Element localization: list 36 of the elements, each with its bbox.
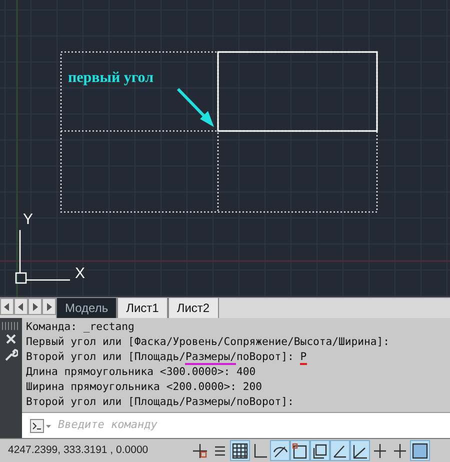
layout-tab[interactable]: Лист1 [117,298,168,319]
nav-prev-button[interactable] [14,298,28,315]
nav-next-button[interactable] [28,298,42,315]
wrench-icon[interactable] [4,348,18,362]
command-input-field[interactable]: Введите команду [56,416,442,435]
close-icon[interactable] [6,334,16,344]
status-toggle-button[interactable] [350,440,370,461]
command-history-line: Длина прямоугольника <300.0000>: 400 [26,365,257,380]
canvas-label: первый угол [68,70,154,86]
command-prompt-icon[interactable] [30,418,52,432]
grid-icon [231,442,249,460]
status-toggle-button[interactable] [290,440,310,461]
object-snap-icon [291,442,309,460]
command-history-line: Ширина прямоугольника <200.0000>: 200 [26,380,263,395]
layout-tab[interactable]: Лист2 [168,298,219,319]
snap-icon [191,442,209,460]
coordinates-readout: 4247.2399, 333.3191 , 0.0000 [7,442,150,458]
ucs-axes [15,230,70,284]
command-history-line: Второй угол или [Площадь/Размеры/поВорот]: [26,395,295,410]
command-history-line: Второй угол или [Площадь/Размеры/поВорот]: Р [26,350,308,365]
nav-first-button[interactable] [0,298,14,315]
3d-snap-icon [311,442,329,460]
y-axis-label: Y [23,211,34,228]
status-toggle-button[interactable] [410,440,430,461]
status-toggle-button[interactable] [230,440,250,461]
command-history-line: Команда: _rectang [26,320,136,335]
command-history-line: Первый угол или [Фаска/Уровень/Сопряжение/Высота/Ширина]: [26,335,391,350]
transparency-icon [411,442,429,460]
layout-tab[interactable]: Модель [56,298,118,319]
status-toggle-button[interactable] [270,440,290,461]
status-toggle-button[interactable] [310,440,330,461]
status-toggle-button[interactable] [330,440,350,461]
command-line-field[interactable]: Введите команду [22,412,450,438]
x-axis-label: X [75,265,86,282]
nav-last-button[interactable] [42,298,56,315]
arrow [176,88,214,127]
